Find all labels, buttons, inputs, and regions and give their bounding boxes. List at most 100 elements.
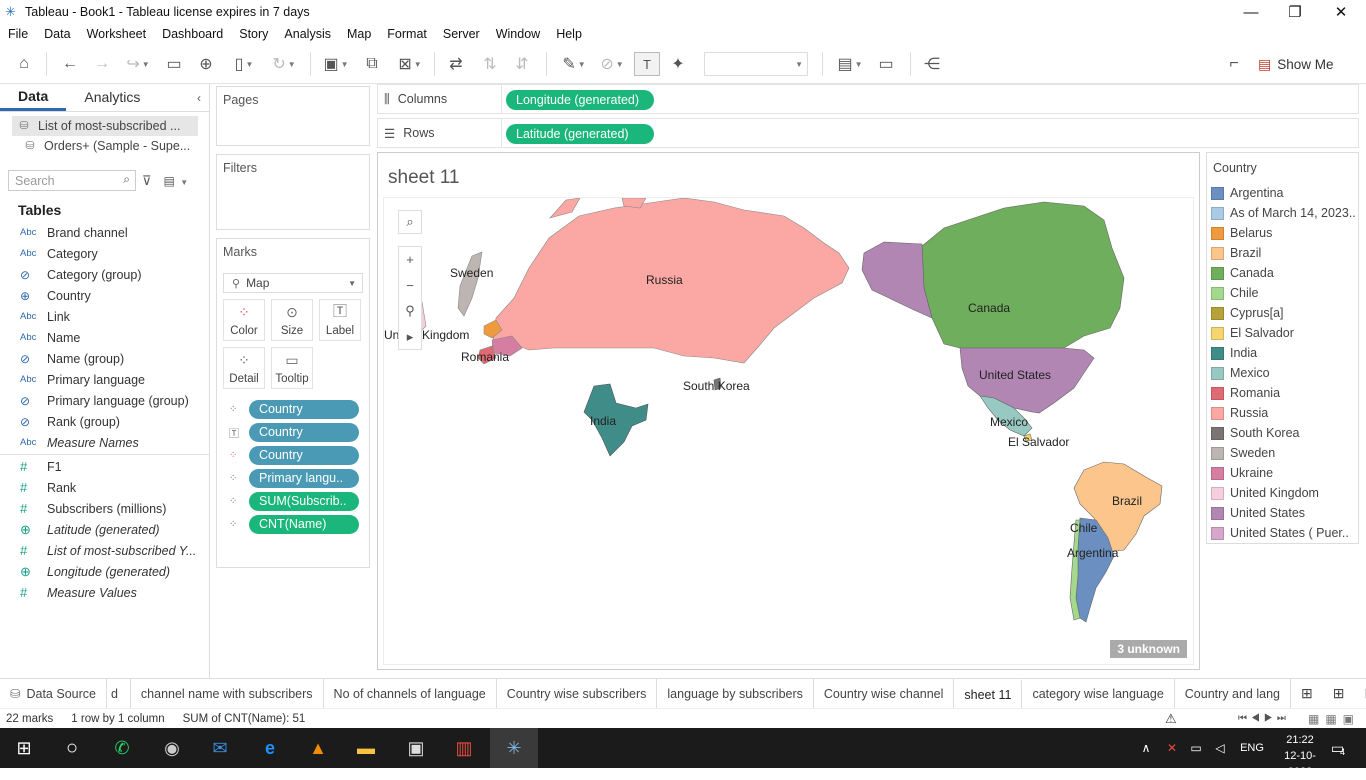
legend-item[interactable]: Romania <box>1207 383 1358 403</box>
sort-descending-icon[interactable]: ⇵ <box>510 52 534 76</box>
columns-pill[interactable]: Longitude (generated) <box>506 90 654 110</box>
tab-data[interactable]: Data <box>0 88 67 111</box>
format-painter-icon[interactable]: ⌐ <box>1222 52 1246 76</box>
field-item[interactable]: ⊕ Latitude (generated) <box>0 519 209 540</box>
highlight-icon[interactable]: ✎ ▼ <box>556 52 592 76</box>
view-options-icon[interactable]: ▤ ▼ <box>164 174 189 188</box>
sort-ascending-icon[interactable]: ⇅ <box>478 52 502 76</box>
filters-card[interactable]: Filters <box>216 154 370 230</box>
legend-item[interactable]: El Salvador <box>1207 323 1358 343</box>
size-button[interactable]: ⊙ Size <box>271 299 313 341</box>
legend-item[interactable]: Chile <box>1207 283 1358 303</box>
menu-map[interactable]: Map <box>347 27 371 41</box>
sheet-tab[interactable]: Country wise subscribers <box>497 678 658 709</box>
datasource-item[interactable]: ⛁ List of most-subscribed ... <box>12 116 198 136</box>
minimize-icon[interactable]: — <box>1228 0 1274 24</box>
mark-pill[interactable]: CNT(Name) <box>249 514 359 534</box>
legend-item[interactable]: Belarus <box>1207 223 1358 243</box>
duplicate-sheet-icon[interactable]: ⧉ <box>360 52 384 76</box>
tableau-taskbar-icon[interactable]: ✳ <box>490 728 538 768</box>
field-item[interactable]: ⊘ Category (group) <box>0 264 209 285</box>
replay-icon[interactable]: ↪ ▼ <box>120 52 156 76</box>
swap-rows-columns-icon[interactable]: ⇄ <box>444 52 468 76</box>
legend-item[interactable]: South Korea <box>1207 423 1358 443</box>
filter-icon[interactable]: ⊽ <box>142 173 152 189</box>
clear-sheet-icon[interactable]: ⊠ ▼ <box>392 52 428 76</box>
presentation-mode-icon[interactable]: ▭ <box>874 52 898 76</box>
refresh-icon[interactable]: ↻ ▼ <box>264 52 304 76</box>
search-input[interactable]: Search ⌕ <box>8 170 136 191</box>
field-item[interactable]: # Rank <box>0 477 209 498</box>
data-source-tab[interactable]: ⛁ Data Source <box>0 678 107 709</box>
show-me-button[interactable]: ▤ Show Me <box>1258 52 1348 76</box>
menu-story[interactable]: Story <box>239 27 268 41</box>
legend-item[interactable]: Cyprus[a] <box>1207 303 1358 323</box>
sheet-tab[interactable]: No of channels of language <box>324 678 497 709</box>
field-item[interactable]: Abc Brand channel <box>0 222 209 243</box>
field-item[interactable]: # F1 <box>0 456 209 477</box>
sheet-tab[interactable]: category wise language <box>1022 678 1175 709</box>
vlc-icon[interactable]: ▲ <box>294 728 342 768</box>
field-item[interactable]: Abc Primary language <box>0 369 209 390</box>
whatsapp-icon[interactable]: ✆ <box>98 728 146 768</box>
field-item[interactable]: # List of most-subscribed Y... <box>0 540 209 561</box>
tab-analytics[interactable]: Analytics <box>66 89 158 111</box>
field-item[interactable]: ⊕ Longitude (generated) <box>0 561 209 582</box>
legend-item[interactable]: United States ( Puer.. <box>1207 523 1358 543</box>
map-area[interactable]: Russia Canada Sweden United Kingdom Roma… <box>383 197 1194 665</box>
camera-icon[interactable]: ◉ <box>148 728 196 768</box>
fix-axes-icon[interactable]: ✦ <box>666 52 690 76</box>
sheet-tab[interactable]: d <box>107 678 131 709</box>
share-icon[interactable]: ⋲ <box>920 52 944 76</box>
map-region-russia-island[interactable] <box>549 198 581 219</box>
language-indicator[interactable]: ENG <box>1232 728 1272 768</box>
menu-server[interactable]: Server <box>443 27 480 41</box>
sheet-tab[interactable]: language by subscribers <box>657 678 814 709</box>
mark-pill[interactable]: Country <box>249 422 359 442</box>
legend-item[interactable]: Sweden <box>1207 443 1358 463</box>
notification-icon[interactable]: ▭ 4 <box>1320 728 1356 768</box>
new-worksheet-icon[interactable]: ▣ ▼ <box>318 52 354 76</box>
legend-item[interactable]: Argentina <box>1207 183 1358 203</box>
columns-shelf[interactable]: ⫼ Columns Longitude (generated) <box>377 84 1359 114</box>
show-cards-icon[interactable]: ▤ ▼ <box>832 52 868 76</box>
new-worksheet-icon[interactable]: ⊞ <box>1291 679 1323 709</box>
detail-button[interactable]: ⁘ Detail <box>223 347 265 389</box>
mark-pill[interactable]: Country <box>249 445 359 465</box>
close-icon[interactable]: ✕ <box>1318 0 1364 24</box>
battery-icon[interactable]: ▭ <box>1184 728 1208 768</box>
store-icon[interactable]: ▣ <box>392 728 440 768</box>
legend-item[interactable]: United States <box>1207 503 1358 523</box>
windows-start-icon[interactable]: ⊞ <box>0 728 48 768</box>
zoom-out-icon[interactable]: − <box>398 272 422 298</box>
sheet-view-icons[interactable]: ▦▦▣ <box>1308 712 1360 726</box>
menu-format[interactable]: Format <box>387 27 427 41</box>
show-mark-labels-icon[interactable]: T <box>634 52 660 76</box>
menu-data[interactable]: Data <box>44 27 70 41</box>
legend-item[interactable]: Mexico <box>1207 363 1358 383</box>
menu-analysis[interactable]: Analysis <box>284 27 331 41</box>
mark-type-dropdown[interactable]: ⚲ Map ▼ <box>223 273 363 293</box>
mark-pill[interactable]: Country <box>249 399 359 419</box>
save-icon[interactable]: ▭ <box>162 52 186 76</box>
redo-icon[interactable]: → <box>90 52 114 76</box>
mark-pill[interactable]: Primary langu.. <box>249 468 359 488</box>
field-item[interactable]: # Subscribers (millions) <box>0 498 209 519</box>
home-icon[interactable]: ⌂ <box>12 52 36 76</box>
field-item[interactable]: Abc Measure Names <box>0 432 209 453</box>
zoom-in-icon[interactable]: + <box>398 246 422 272</box>
legend-item[interactable]: Canada <box>1207 263 1358 283</box>
field-item[interactable]: # Measure Values <box>0 582 209 603</box>
edge-icon[interactable]: e <box>246 728 294 768</box>
file-explorer-icon[interactable]: ▬ <box>342 728 390 768</box>
legend-item[interactable]: Ukraine <box>1207 463 1358 483</box>
legend-item[interactable]: United Kingdom <box>1207 483 1358 503</box>
map-region-canada[interactable] <box>921 201 1125 349</box>
rows-pill[interactable]: Latitude (generated) <box>506 124 654 144</box>
sheet-nav-icons[interactable]: ⏮◀▶⏭ <box>1238 713 1290 724</box>
datasource-item[interactable]: ⛁ Orders+ (Sample - Supe... <box>0 136 209 156</box>
warning-icon[interactable]: ⚠ <box>1165 711 1177 727</box>
rows-shelf[interactable]: ☰ Rows Latitude (generated) <box>377 118 1359 148</box>
app-icon[interactable]: ▥ <box>440 728 488 768</box>
sheet-tab[interactable]: channel name with subscribers <box>131 678 324 709</box>
